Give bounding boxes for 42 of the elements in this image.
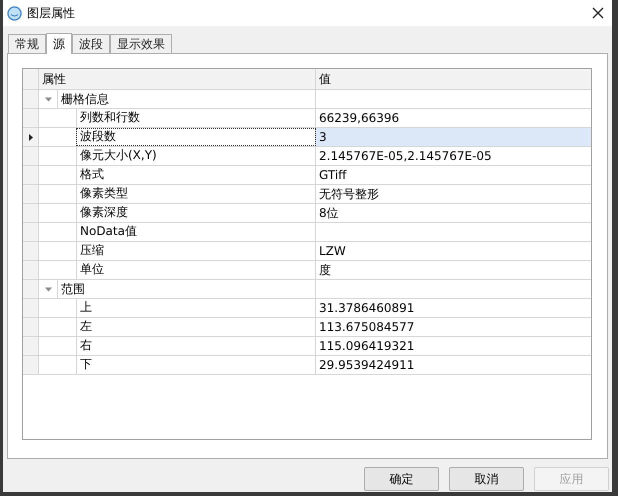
collapse-arrow-icon[interactable] xyxy=(44,286,52,292)
property-name[interactable]: 右 xyxy=(76,337,316,355)
property-name[interactable]: 像素类型 xyxy=(76,185,316,203)
row-pointer-icon xyxy=(28,134,32,140)
collapse-arrow-icon[interactable] xyxy=(44,96,52,102)
property-name[interactable]: 格式 xyxy=(76,166,316,184)
row-header[interactable] xyxy=(23,128,39,146)
property-value[interactable]: 31.3786460891 xyxy=(316,299,591,317)
column-header[interactable]: 属性 xyxy=(39,69,316,89)
property-name[interactable]: 下 xyxy=(76,356,316,374)
app-icon xyxy=(7,6,22,20)
property-name[interactable]: 压缩 xyxy=(76,242,316,260)
close-icon[interactable] xyxy=(592,7,604,19)
tab[interactable]: 波段 xyxy=(72,34,110,53)
property-name[interactable]: 左 xyxy=(76,318,316,336)
property-name[interactable]: 单位 xyxy=(76,261,316,279)
property-value[interactable]: 2.145767E-05,2.145767E-05 xyxy=(316,147,591,165)
property-name[interactable]: 列数和行数 xyxy=(76,109,316,127)
tab[interactable]: 常规 xyxy=(8,34,46,53)
property-value[interactable]: 无符号整形 xyxy=(316,185,591,203)
property-value[interactable]: GTiff xyxy=(316,166,591,184)
property-value[interactable]: 29.9539424911 xyxy=(316,356,591,374)
property-name[interactable]: 波段数 xyxy=(76,128,316,146)
property-value[interactable]: LZW xyxy=(316,242,591,260)
dialog-button[interactable]: 确定 xyxy=(364,467,439,491)
group-header[interactable]: 栅格信息 xyxy=(57,90,316,108)
property-name[interactable]: NoData值 xyxy=(76,223,316,241)
tab[interactable]: 源 xyxy=(46,33,72,54)
column-header[interactable]: 值 xyxy=(316,69,591,89)
property-value[interactable]: 度 xyxy=(316,261,591,279)
property-name[interactable]: 上 xyxy=(76,299,316,317)
property-value[interactable]: 115.096419321 xyxy=(316,337,591,355)
dialog-button[interactable]: 取消 xyxy=(449,467,524,491)
property-value[interactable]: 66239,66396 xyxy=(316,109,591,127)
property-value[interactable]: 3 xyxy=(316,128,591,146)
property-value[interactable]: 113.675084577 xyxy=(316,318,591,336)
group-header[interactable]: 范围 xyxy=(57,280,316,298)
window-title: 图层属性 xyxy=(27,5,75,22)
tab[interactable]: 显示效果 xyxy=(110,34,172,53)
property-value[interactable]: 8位 xyxy=(316,204,591,222)
property-name[interactable]: 像元大小(X,Y) xyxy=(76,147,316,165)
property-name[interactable]: 像素深度 xyxy=(76,204,316,222)
